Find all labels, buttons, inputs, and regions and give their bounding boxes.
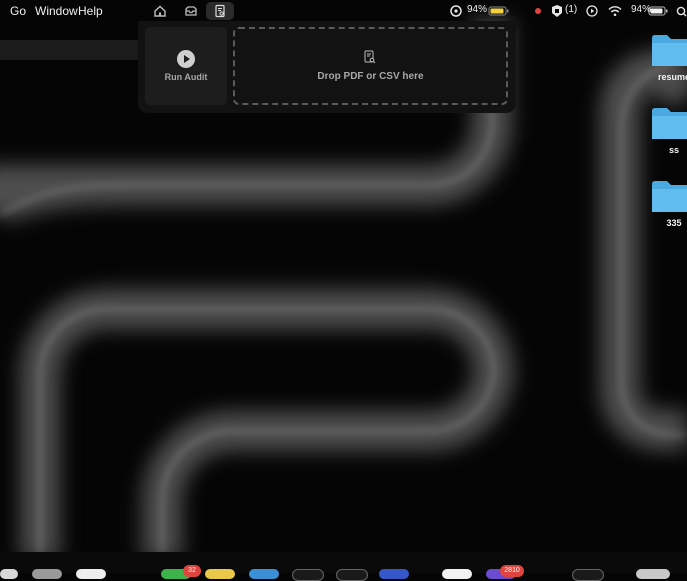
extension-icon[interactable]: [549, 3, 565, 19]
dock-app-icon[interactable]: [0, 569, 18, 579]
dock-badge: 2810: [500, 565, 524, 577]
folder-icon: [652, 108, 687, 139]
recording-dot-icon: [535, 8, 541, 14]
folder-335[interactable]: 335: [650, 178, 687, 238]
dock-badge: 32: [183, 565, 201, 577]
extension-count: (1): [565, 4, 578, 15]
menu-window[interactable]: Window: [35, 4, 78, 18]
folder-label: ss: [668, 145, 679, 155]
folder-label: 335: [666, 218, 682, 228]
dock-app-icon[interactable]: [76, 569, 106, 579]
folder-icon: [652, 35, 687, 66]
menu-help[interactable]: Help: [78, 4, 103, 18]
folder-icon: [652, 181, 687, 212]
spotlight-search-icon[interactable]: [675, 4, 687, 20]
dock-app-icon[interactable]: [292, 569, 324, 581]
dock-app-icon[interactable]: [636, 569, 670, 579]
inbox-icon[interactable]: [183, 3, 199, 19]
drop-zone-label: Drop PDF or CSV here: [317, 71, 424, 82]
battery-percent-left: 94%: [467, 4, 488, 15]
dock-app-icon[interactable]: [32, 569, 62, 579]
dock-app-icon[interactable]: [572, 569, 604, 581]
play-circle-icon[interactable]: [585, 3, 601, 19]
document-search-icon[interactable]: [212, 3, 228, 19]
folder-label: resume: [657, 72, 687, 82]
gauge-icon[interactable]: [449, 3, 465, 19]
home-icon[interactable]: [152, 3, 168, 19]
dock-app-icon[interactable]: [379, 569, 409, 579]
folder-ss[interactable]: ss: [650, 105, 687, 165]
run-audit-label: Run Audit: [164, 72, 208, 82]
menu-bar: Go Window Help 94% (1) 94%: [0, 0, 687, 22]
folder-resume[interactable]: resume: [650, 32, 687, 92]
file-drop-zone[interactable]: Drop PDF or CSV here: [233, 27, 508, 105]
wifi-icon[interactable]: [607, 3, 623, 19]
play-icon: [177, 50, 195, 68]
run-audit-button[interactable]: Run Audit: [145, 27, 227, 105]
dock-app-icon[interactable]: [205, 569, 235, 579]
document-search-icon: [364, 50, 376, 64]
menu-go[interactable]: Go: [10, 4, 26, 18]
dock-app-icon[interactable]: [442, 569, 472, 579]
dock-app-icon[interactable]: [249, 569, 279, 579]
dock-app-icon[interactable]: [336, 569, 368, 581]
battery-icon[interactable]: [488, 3, 510, 19]
battery-right-icon[interactable]: [648, 3, 670, 19]
